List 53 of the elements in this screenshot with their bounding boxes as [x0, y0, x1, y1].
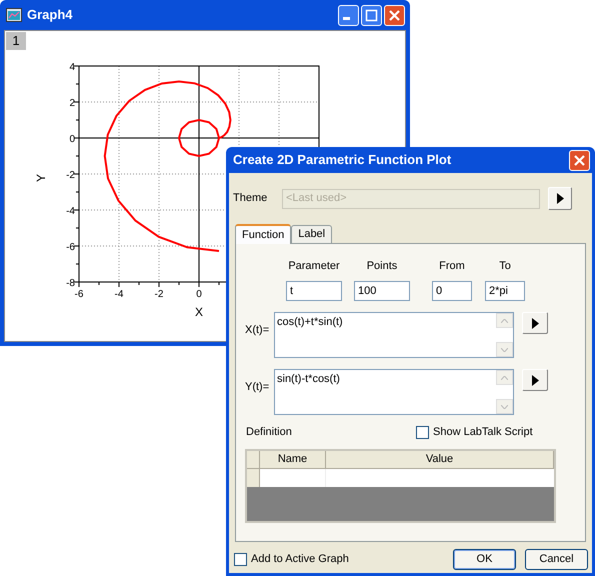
- tab[interactable]: Label: [291, 225, 332, 243]
- x-tick-label: -6: [74, 289, 84, 300]
- y-tick-label: 2: [69, 98, 75, 109]
- close-icon: [573, 154, 586, 166]
- checkbox[interactable]: [416, 426, 429, 439]
- checkbox-label: Show LabTalk Script: [433, 425, 533, 440]
- tab[interactable]: Function: [235, 224, 292, 244]
- column-header[interactable]: Name: [260, 450, 326, 468]
- arrow-button[interactable]: [522, 369, 548, 391]
- checkbox[interactable]: [234, 553, 247, 566]
- maximize-button[interactable]: [361, 4, 382, 26]
- x-tick-label: -4: [114, 289, 124, 300]
- x-tick-label: 0: [196, 289, 202, 300]
- parameter-field[interactable]: 2*pi: [485, 281, 525, 301]
- layer-tab[interactable]: 1: [6, 32, 26, 50]
- dialog-title: Create 2D Parametric Function Plot: [233, 151, 452, 170]
- arrow-button[interactable]: [522, 312, 548, 334]
- ok-button[interactable]: OK: [453, 549, 516, 570]
- parameter-field[interactable]: t: [286, 281, 342, 301]
- y-tick-label: -2: [66, 170, 75, 181]
- column-header[interactable]: Value: [326, 450, 554, 468]
- column-heading: Points: [366, 259, 398, 272]
- window-title: Graph4: [27, 6, 74, 24]
- arrow-button[interactable]: [548, 187, 572, 210]
- maximize-icon: [365, 8, 378, 22]
- checkbox-label: Add to Active Graph: [251, 552, 349, 568]
- function-label: X(t)=: [245, 323, 270, 338]
- cancel-button[interactable]: Cancel: [525, 549, 588, 570]
- play-icon: [532, 318, 538, 328]
- close-button[interactable]: [569, 150, 590, 170]
- column-heading: From: [439, 259, 465, 272]
- section-label: Definition: [246, 425, 293, 440]
- y-tick-label: -6: [66, 242, 75, 253]
- function-label: Y(t)=: [245, 380, 270, 395]
- play-icon: [556, 193, 564, 204]
- graph-app-icon: [6, 7, 22, 23]
- close-button[interactable]: [384, 4, 405, 26]
- y-tick-label: -4: [66, 206, 75, 217]
- x-axis-title: X: [195, 305, 203, 319]
- close-icon: [388, 8, 401, 22]
- y-tick-label: 0: [69, 134, 75, 145]
- y-tick-label: -8: [66, 278, 75, 289]
- minimize-icon: [343, 17, 350, 20]
- play-icon: [532, 374, 538, 386]
- field-label: Theme: [233, 191, 268, 206]
- column-heading: Parameter: [288, 259, 340, 272]
- y-tick-label: 4: [69, 62, 75, 73]
- parameter-field[interactable]: 100: [354, 281, 410, 301]
- x-tick-label: -2: [154, 289, 164, 300]
- y-axis-title: Y: [34, 174, 48, 182]
- minimize-button[interactable]: [338, 4, 359, 26]
- column-heading: To: [499, 259, 511, 272]
- parameter-field[interactable]: 0: [432, 281, 472, 301]
